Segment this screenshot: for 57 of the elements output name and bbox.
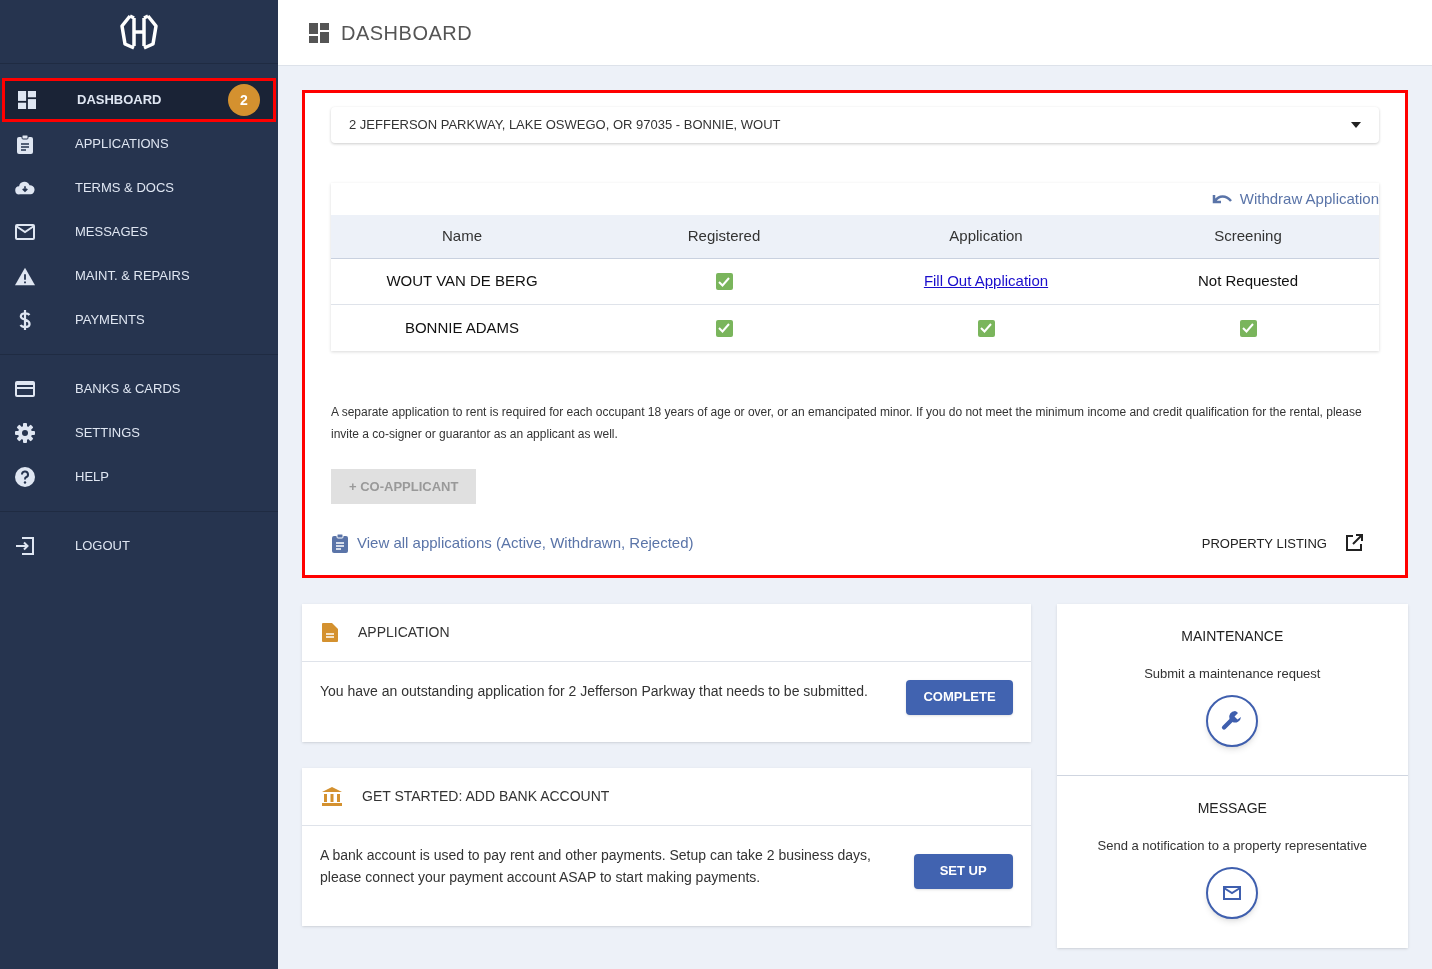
fill-out-link[interactable]: Fill Out Application — [923, 270, 1049, 293]
nav-item[interactable]: LOGOUT — [0, 524, 278, 568]
withdraw-link[interactable]: Withdraw Application — [1211, 187, 1379, 211]
table-cell-text: WOUT VAN DE BERG — [386, 271, 538, 292]
credit-card-icon — [15, 381, 35, 397]
settings-icon — [15, 423, 35, 443]
help-icon — [15, 467, 35, 487]
envelope-button[interactable] — [1206, 867, 1259, 919]
column-header: Application — [948, 226, 1024, 247]
logo-icon — [119, 13, 159, 50]
caret-icon — [1351, 122, 1361, 128]
envelope-icon — [1223, 886, 1242, 900]
card-button[interactable]: COMPLETE — [906, 679, 1013, 715]
nav-item[interactable]: HELP — [0, 455, 278, 499]
nav-item[interactable]: DASHBOARD 2 — [2, 78, 276, 122]
nav-item[interactable]: SETTINGS — [0, 411, 278, 455]
nav-item[interactable]: MAINT. & REPAIRS — [0, 254, 278, 298]
action-title: MESSAGE — [1197, 798, 1267, 818]
table-cell-text: Not Requested — [1197, 271, 1299, 292]
card-title: APPLICATION — [358, 622, 450, 642]
dashboard-icon — [18, 91, 36, 109]
column-header: Name — [441, 226, 483, 247]
view-applications-link[interactable]: View all applications (Active, Withdrawn, Rejected) — [331, 532, 694, 555]
action-text: Send a notification to a property representative — [1097, 836, 1368, 855]
card-text: You have an outstanding application for 2 Jefferson Parkway that needs to be submitted. — [320, 681, 868, 701]
column-header: Registered — [686, 226, 762, 247]
nav-item[interactable]: PAYMENTS — [0, 298, 278, 342]
nav-item[interactable]: BANKS & CARDS — [0, 367, 278, 411]
envelope-icon — [15, 224, 35, 240]
property-listing-link[interactable]: PROPERTY LISTING — [1201, 533, 1379, 553]
dashboard-icon — [309, 22, 329, 43]
cloud-download-icon — [15, 180, 35, 196]
undo-icon — [1211, 193, 1232, 205]
wrench-icon — [1221, 710, 1244, 732]
document-icon — [322, 622, 338, 642]
table-cell-text: BONNIE ADAMS — [404, 317, 520, 338]
wrench-button[interactable] — [1206, 695, 1259, 747]
notification-badge: 2 — [228, 84, 260, 116]
card-title: GET STARTED: ADD BANK ACCOUNT — [362, 786, 610, 806]
nav-item[interactable]: APPLICATIONS — [0, 122, 278, 166]
nav-item[interactable]: TERMS & DOCS — [0, 166, 278, 210]
card-text: A bank account is used to pay rent and other payments. Setup can take 2 business days, please connect your payment account ASAP to start making payments. — [320, 845, 872, 887]
bank-icon — [322, 786, 342, 806]
clipboard-icon — [331, 533, 349, 554]
column-header: Screening — [1213, 226, 1283, 247]
info-text: A separate application to rent is required for each occupant 18 years of age or over, or an emancipated minor. If you do not meet the minimum income and credit qualification for the rental, please invite a co-signer or guarantor as an applicant as well. — [331, 404, 1363, 443]
page-title: DASHBOARD — [341, 20, 473, 46]
action-text: Submit a maintenance request — [1144, 664, 1321, 683]
card-button[interactable]: SET UP — [913, 853, 1013, 889]
nav-item[interactable]: MESSAGES — [0, 210, 278, 254]
logout-icon — [15, 537, 35, 555]
warning-icon — [15, 266, 35, 286]
property-select[interactable]: 2 JEFFERSON PARKWAY, LAKE OSWEGO, OR 97035 - BONNIE, WOUT — [331, 107, 1379, 143]
dollar-icon — [19, 310, 31, 330]
clipboard-icon — [16, 134, 34, 154]
external-link-icon — [1345, 534, 1363, 553]
action-title: MAINTENANCE — [1181, 626, 1284, 646]
